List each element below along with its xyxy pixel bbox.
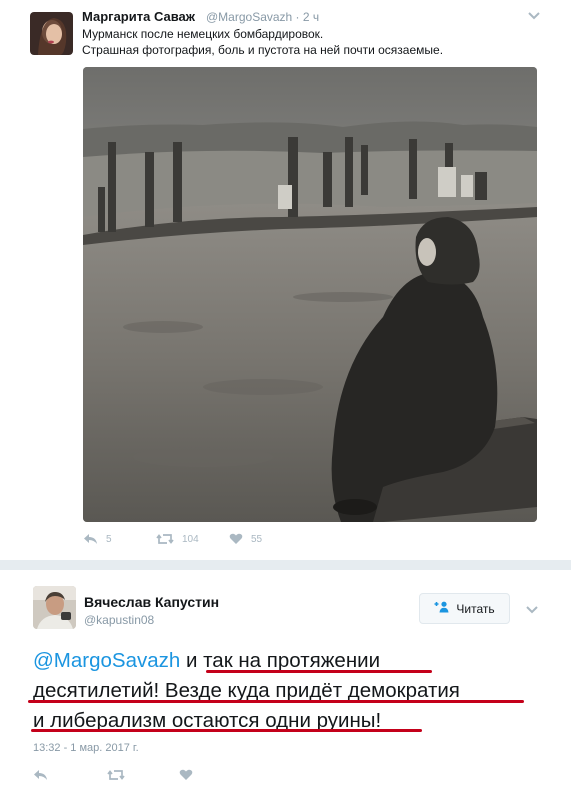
reply-action[interactable]: 5 bbox=[83, 533, 112, 545]
tweet-2: Вячеслав Капустин @kapustin08 Читать @Ma… bbox=[0, 570, 571, 788]
author-avatar[interactable] bbox=[33, 586, 76, 629]
tweet-1: Маргарита Саваж @MargoSavazh · 2 ч Мурма… bbox=[0, 0, 571, 560]
tweet-timestamp[interactable]: 13:32 - 1 мар. 2017 г. bbox=[33, 742, 139, 754]
author-avatar[interactable] bbox=[30, 12, 73, 55]
tweet-text-segment: и так на протяжении bbox=[180, 649, 381, 672]
like-action[interactable]: 55 bbox=[229, 533, 262, 545]
tweet-photo[interactable] bbox=[83, 67, 537, 522]
mention-link[interactable]: @MargoSavazh bbox=[33, 649, 180, 672]
retweet-icon[interactable] bbox=[107, 768, 125, 786]
chevron-down-icon[interactable] bbox=[527, 9, 541, 21]
reply-count: 5 bbox=[106, 533, 112, 545]
tweet-separator bbox=[0, 560, 571, 570]
follow-button-label: Читать bbox=[456, 601, 495, 616]
tweet-text-line: Страшная фотография, боль и пустота на н… bbox=[82, 43, 444, 57]
like-count: 55 bbox=[251, 533, 263, 545]
chevron-down-icon[interactable] bbox=[525, 603, 539, 615]
tweet-text: @MargoSavazh и так на протяжении десятил… bbox=[33, 646, 553, 736]
heart-icon[interactable] bbox=[179, 768, 193, 786]
retweet-action[interactable]: 104 bbox=[156, 533, 199, 545]
add-user-icon bbox=[434, 601, 450, 616]
tweet-actions bbox=[33, 768, 233, 782]
tweet-text: Мурманск после немецких бомбардировок. С… bbox=[82, 26, 542, 58]
red-underline bbox=[206, 670, 432, 673]
red-underline bbox=[31, 729, 422, 732]
reply-icon[interactable] bbox=[33, 768, 48, 786]
tweet-actions: 5 104 55 bbox=[83, 533, 383, 551]
author-handle-time[interactable]: @MargoSavazh · 2 ч bbox=[206, 10, 319, 24]
author-handle[interactable]: @kapustin08 bbox=[84, 613, 154, 627]
heart-icon[interactable] bbox=[229, 533, 243, 545]
red-underline bbox=[28, 700, 524, 703]
author-name[interactable]: Маргарита Саваж bbox=[82, 9, 195, 24]
reply-icon[interactable] bbox=[83, 533, 98, 545]
retweet-icon[interactable] bbox=[156, 533, 174, 545]
retweet-count: 104 bbox=[182, 533, 199, 545]
tweet-text-line: Мурманск после немецких бомбардировок. bbox=[82, 27, 324, 41]
follow-button[interactable]: Читать bbox=[419, 593, 510, 624]
author-name[interactable]: Вячеслав Капустин bbox=[84, 594, 219, 610]
